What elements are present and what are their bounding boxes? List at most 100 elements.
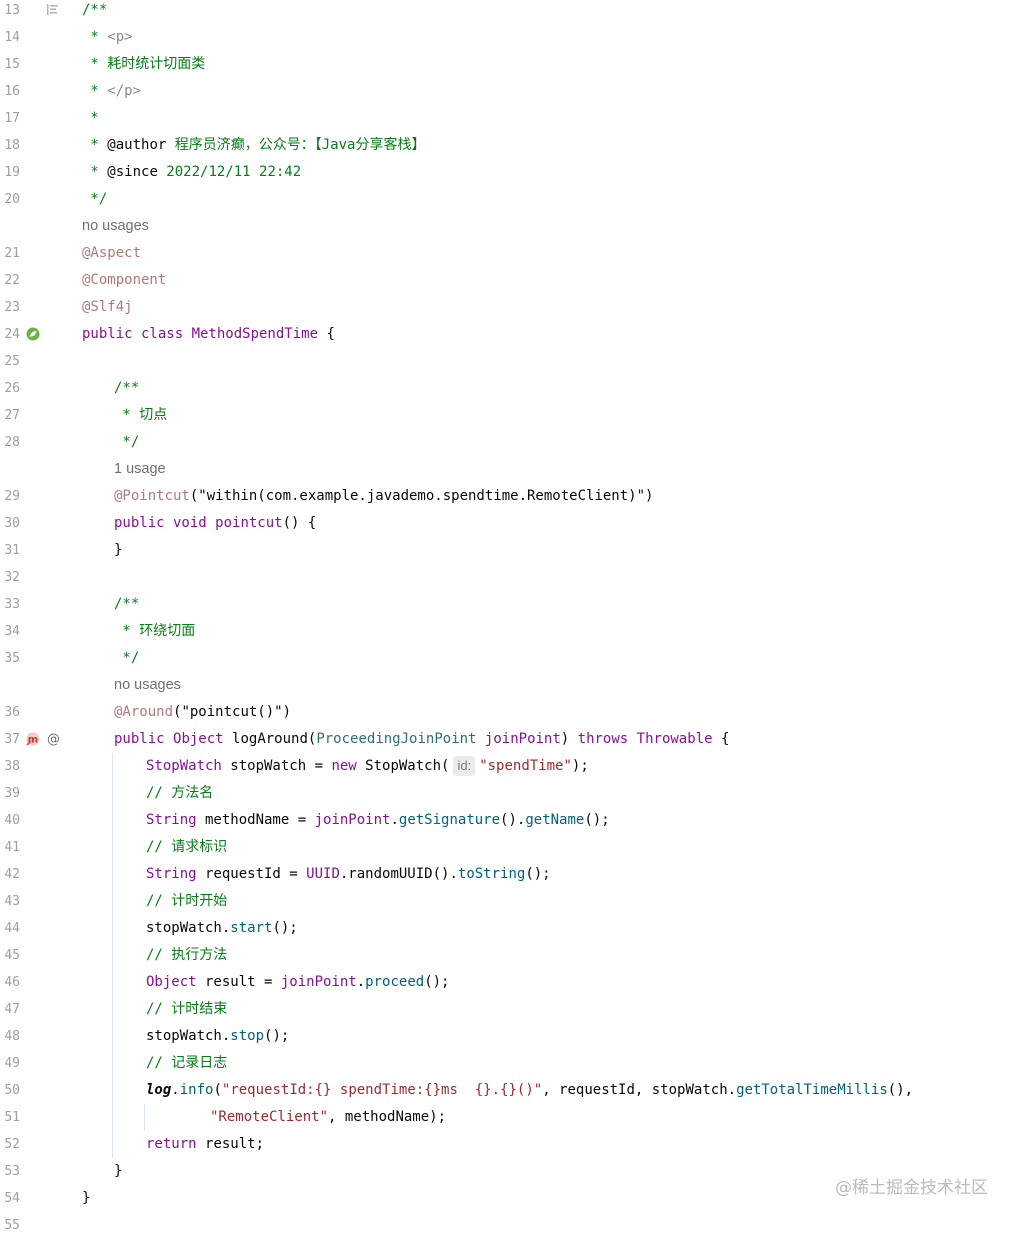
code-text[interactable]: return result;: [146, 1131, 264, 1158]
code-line[interactable]: 30 public void pointcut() {: [0, 510, 1018, 537]
code-line[interactable]: 18 * @author 程序员济癫，公众号：【Java分享客栈】: [0, 132, 1018, 159]
code-text[interactable]: // 计时开始: [146, 888, 227, 915]
code-line[interactable]: 38 StopWatch stopWatch = new StopWatch(id…: [0, 753, 1018, 780]
code-text[interactable]: StopWatch stopWatch = new StopWatch(id: "…: [146, 753, 589, 780]
code-text[interactable]: @Around("pointcut()"): [114, 699, 291, 726]
code-line[interactable]: 35 */: [0, 645, 1018, 672]
code-line[interactable]: 32: [0, 564, 1018, 591]
code-text[interactable]: Object result = joinPoint.proceed();: [146, 969, 449, 996]
code-line[interactable]: 17 *: [0, 105, 1018, 132]
code-text[interactable]: log.info("requestId:{} spendTime:{}ms {}…: [146, 1077, 913, 1104]
usages-inlay[interactable]: 1 usage: [114, 456, 166, 483]
code-text[interactable]: }: [114, 537, 122, 564]
code-line[interactable]: 24 public class MethodSpendTime {: [0, 321, 1018, 348]
code-text[interactable]: * <p>: [82, 24, 132, 51]
code-line[interactable]: 27 * 切点: [0, 402, 1018, 429]
aspect-method-icon[interactable]: m: [24, 730, 42, 752]
fold-marker-icon[interactable]: [46, 3, 60, 21]
code-line[interactable]: 55: [0, 1212, 1018, 1239]
code-text[interactable]: @Component: [82, 267, 166, 294]
code-line[interactable]: 45 // 执行方法: [0, 942, 1018, 969]
line-number: 31: [4, 543, 20, 558]
usages-inlay[interactable]: no usages: [114, 672, 181, 699]
override-marker-icon[interactable]: @: [47, 726, 60, 753]
code-line[interactable]: 14 * <p>: [0, 24, 1018, 51]
code-line[interactable]: 34 * 环绕切面: [0, 618, 1018, 645]
code-text[interactable]: // 计时结束: [146, 996, 227, 1023]
code-token: , methodName);: [328, 1109, 447, 1125]
code-line[interactable]: 39 // 方法名: [0, 780, 1018, 807]
code-line[interactable]: 19 * @since 2022/12/11 22:42: [0, 159, 1018, 186]
code-text[interactable]: /**: [114, 591, 139, 618]
line-number: 54: [4, 1191, 20, 1206]
code-text[interactable]: */: [114, 429, 139, 456]
code-line[interactable]: 26 /**: [0, 375, 1018, 402]
code-editor[interactable]: 13/** 14 * <p> 15 * 耗时统计切面类 16 * </p> 17 * 18…: [0, 0, 1018, 1233]
code-text[interactable]: *: [82, 105, 98, 132]
code-line[interactable]: 46 Object result = joinPoint.proceed();: [0, 969, 1018, 996]
code-text[interactable]: }: [82, 1185, 90, 1212]
code-line[interactable]: 25: [0, 348, 1018, 375]
code-text[interactable]: public class MethodSpendTime {: [82, 321, 335, 348]
code-line[interactable]: 41 // 请求标识: [0, 834, 1018, 861]
code-token: methodName =: [196, 812, 315, 828]
code-line[interactable]: 43 // 计时开始: [0, 888, 1018, 915]
code-text[interactable]: stopWatch.start();: [146, 915, 298, 942]
code-text[interactable]: // 方法名: [146, 780, 213, 807]
code-token: // 计时开始: [146, 893, 228, 909]
code-line[interactable]: 28 */: [0, 429, 1018, 456]
code-line[interactable]: 37 public Object logAround(ProceedingJoin…: [0, 726, 1018, 753]
code-text[interactable]: // 执行方法: [146, 942, 227, 969]
code-token: );: [571, 758, 589, 774]
code-text[interactable]: * 环绕切面: [114, 618, 195, 645]
code-line[interactable]: 40 String methodName = joinPoint.getSigna…: [0, 807, 1018, 834]
code-text[interactable]: /**: [82, 0, 107, 24]
watermark: @稀土掘金技术社区: [835, 1178, 988, 1198]
code-text[interactable]: // 请求标识: [146, 834, 227, 861]
code-line[interactable]: 22 @Component: [0, 267, 1018, 294]
code-text[interactable]: // 记录日志: [146, 1050, 227, 1077]
code-text[interactable]: String methodName = joinPoint.getSignatu…: [146, 807, 610, 834]
code-line[interactable]: 23 @Slf4j: [0, 294, 1018, 321]
code-text[interactable]: "RemoteClient", methodName);: [210, 1104, 446, 1131]
usage-hint-line[interactable]: no usages: [0, 213, 1018, 240]
code-line[interactable]: 16 * </p>: [0, 78, 1018, 105]
code-line[interactable]: 47 // 计时结束: [0, 996, 1018, 1023]
code-line[interactable]: 20 */: [0, 186, 1018, 213]
code-line[interactable]: 50 log.info("requestId:{} spendTime:{}ms …: [0, 1077, 1018, 1104]
code-text[interactable]: * @author 程序员济癫，公众号：【Java分享客栈】: [82, 132, 425, 159]
code-text[interactable]: @Slf4j: [82, 294, 133, 321]
usages-inlay[interactable]: no usages: [82, 213, 149, 240]
code-text[interactable]: * @since 2022/12/11 22:42: [82, 159, 301, 186]
code-line[interactable]: 21 @Aspect: [0, 240, 1018, 267]
code-text[interactable]: public Object logAround(ProceedingJoinPo…: [114, 726, 729, 753]
code-text[interactable]: * 切点: [114, 402, 167, 429]
code-line[interactable]: 44 stopWatch.start();: [0, 915, 1018, 942]
code-text[interactable]: /**: [114, 375, 139, 402]
code-line[interactable]: 13 /**: [0, 0, 1018, 24]
code-text[interactable]: String requestId = UUID.randomUUID().toS…: [146, 861, 551, 888]
code-text[interactable]: public void pointcut() {: [114, 510, 316, 537]
code-text[interactable]: */: [114, 645, 139, 672]
code-text[interactable]: * </p>: [82, 78, 141, 105]
code-line[interactable]: 52 return result;: [0, 1131, 1018, 1158]
code-line[interactable]: 31}: [0, 537, 1018, 564]
usage-hint-line[interactable]: 1 usage: [0, 456, 1018, 483]
code-text[interactable]: @Pointcut("within(com.example.javademo.s…: [114, 483, 653, 510]
code-text[interactable]: * 耗时统计切面类: [82, 51, 205, 78]
code-line[interactable]: 42 String requestId = UUID.randomUUID().t…: [0, 861, 1018, 888]
code-line[interactable]: 48 stopWatch.stop();: [0, 1023, 1018, 1050]
usage-hint-line[interactable]: no usages: [0, 672, 1018, 699]
code-text[interactable]: stopWatch.stop();: [146, 1023, 289, 1050]
code-line[interactable]: 15 * 耗时统计切面类: [0, 51, 1018, 78]
code-line[interactable]: 33 /**: [0, 591, 1018, 618]
code-line[interactable]: 29 @Pointcut("within(com.example.javademo…: [0, 483, 1018, 510]
code-line[interactable]: 36 @Around("pointcut()"): [0, 699, 1018, 726]
code-line[interactable]: 51 "RemoteClient", methodName);: [0, 1104, 1018, 1131]
code-text[interactable]: @Aspect: [82, 240, 141, 267]
spring-bean-icon[interactable]: [25, 326, 41, 346]
code-text[interactable]: }: [114, 1158, 122, 1185]
code-line[interactable]: 49 // 记录日志: [0, 1050, 1018, 1077]
code-token: public void: [114, 515, 216, 531]
code-text[interactable]: */: [82, 186, 107, 213]
